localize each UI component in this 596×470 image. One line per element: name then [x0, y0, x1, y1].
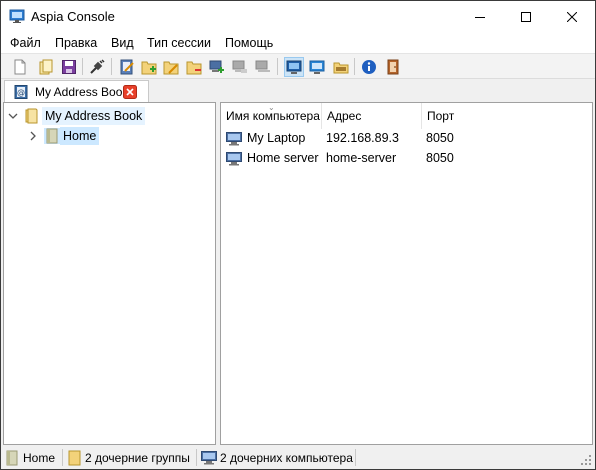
- edit-computer-icon: [232, 60, 247, 73]
- computer-address: 192.168.89.3: [326, 131, 399, 145]
- column-header-address-label: Адрес: [327, 109, 362, 123]
- tree-item-root[interactable]: My Address Book: [8, 106, 146, 126]
- tab-address-book[interactable]: @ My Address Book: [4, 80, 149, 103]
- desktop-manage-icon: [286, 60, 302, 74]
- status-child-computers-label: 2 дочерних компьютера: [220, 451, 353, 465]
- computer-port: 8050: [426, 131, 454, 145]
- status-divider: [196, 449, 197, 466]
- status-current-group: Home: [6, 448, 55, 468]
- open-button[interactable]: [36, 57, 56, 77]
- maximize-button[interactable]: [503, 1, 549, 32]
- add-group-button[interactable]: [139, 57, 159, 77]
- delete-computer-icon: [255, 60, 270, 72]
- about-button[interactable]: [359, 57, 379, 77]
- connect-plug-icon: [90, 59, 105, 74]
- minimize-icon: [475, 16, 485, 18]
- group-tree[interactable]: My Address Book Home: [3, 102, 216, 445]
- menu-bar: Файл Правка Вид Тип сессии Помощь: [1, 32, 595, 54]
- exit-icon: [387, 59, 399, 75]
- computer-icon: [226, 132, 242, 146]
- file-transfer-button[interactable]: [331, 57, 351, 77]
- computer-icon: [226, 152, 242, 166]
- status-bar: Home 2 дочерние группы 2 дочерних компью…: [1, 446, 595, 469]
- tab-strip: @ My Address Book: [1, 80, 595, 103]
- close-icon: [567, 11, 577, 22]
- desktop-view-button[interactable]: [307, 57, 327, 77]
- delete-group-icon: [186, 61, 202, 75]
- folder-icon: [68, 450, 81, 466]
- menu-view[interactable]: Вид: [111, 36, 134, 50]
- tree-item-home[interactable]: Home: [28, 126, 100, 146]
- toolbar: [1, 54, 595, 79]
- save-button[interactable]: [59, 57, 79, 77]
- menu-help[interactable]: Помощь: [225, 36, 273, 50]
- exit-button[interactable]: [383, 57, 403, 77]
- save-icon: [62, 60, 76, 74]
- tree-item-home-label: Home: [60, 127, 100, 145]
- status-child-computers: 2 дочерних компьютера: [201, 448, 353, 468]
- title-bar[interactable]: Aspia Console: [1, 1, 595, 32]
- edit-address-book-button[interactable]: [117, 57, 137, 77]
- maximize-icon: [521, 11, 531, 22]
- address-book-icon: @: [14, 85, 28, 99]
- connect-button[interactable]: [87, 57, 107, 77]
- add-group-icon: [141, 61, 157, 75]
- collapse-chevron-icon[interactable]: [8, 111, 18, 121]
- computer-list[interactable]: ⌄ Имя компьютера Адрес Порт My Laptop 19…: [220, 102, 593, 445]
- group-icon: [44, 128, 60, 144]
- edit-book-icon: [120, 59, 134, 75]
- column-header-name[interactable]: ⌄ Имя компьютера: [221, 103, 322, 129]
- status-child-groups-label: 2 дочерние группы: [85, 451, 190, 465]
- edit-group-icon: [163, 61, 179, 75]
- new-button[interactable]: [10, 57, 30, 77]
- status-group-label: Home: [23, 451, 56, 465]
- close-button[interactable]: [549, 1, 595, 32]
- desktop-view-icon: [309, 60, 325, 74]
- add-computer-button[interactable]: [207, 57, 227, 77]
- toolbar-separator: [82, 58, 83, 75]
- computer-address: home-server: [326, 151, 397, 165]
- group-icon: [6, 450, 18, 466]
- computer-name: My Laptop: [247, 131, 306, 145]
- tab-close-icon[interactable]: [123, 85, 137, 99]
- toolbar-separator: [354, 58, 355, 75]
- computer-name: Home server: [247, 151, 319, 165]
- table-row[interactable]: Home server home-server 8050: [221, 149, 592, 169]
- window-title: Aspia Console: [31, 9, 115, 24]
- resize-grip-icon[interactable]: [581, 455, 592, 466]
- minimize-button[interactable]: [457, 1, 503, 32]
- edit-group-button[interactable]: [161, 57, 181, 77]
- status-divider: [62, 449, 63, 466]
- table-row[interactable]: My Laptop 192.168.89.3 8050: [221, 129, 592, 149]
- menu-file[interactable]: Файл: [10, 36, 41, 50]
- folder-icon: [25, 108, 38, 124]
- desktop-manage-button[interactable]: [284, 57, 304, 77]
- toolbar-separator: [277, 58, 278, 75]
- tab-label: My Address Book: [35, 85, 129, 99]
- column-header-port[interactable]: Порт: [422, 103, 522, 129]
- aspia-app-icon: [9, 9, 25, 23]
- status-divider: [355, 449, 356, 466]
- column-header-address[interactable]: Адрес: [322, 103, 422, 129]
- about-icon: [362, 60, 376, 74]
- computer-icon: [201, 451, 217, 465]
- tree-item-root-label: My Address Book: [42, 107, 146, 125]
- add-computer-icon: [209, 60, 224, 73]
- app-window: Aspia Console Файл Правка Вид Тип сессии…: [0, 0, 596, 470]
- delete-group-button[interactable]: [184, 57, 204, 77]
- new-file-icon: [14, 59, 26, 75]
- open-icon: [39, 59, 53, 75]
- menu-session-type[interactable]: Тип сессии: [147, 36, 211, 50]
- svg-text:@: @: [17, 88, 25, 97]
- column-header-port-label: Порт: [427, 109, 455, 123]
- sort-indicator-icon: ⌄: [268, 103, 275, 112]
- computer-port: 8050: [426, 151, 454, 165]
- toolbar-separator: [111, 58, 112, 75]
- status-child-groups: 2 дочерние группы: [68, 448, 190, 468]
- expand-chevron-icon[interactable]: [28, 131, 38, 141]
- menu-edit[interactable]: Правка: [55, 36, 97, 50]
- edit-computer-button[interactable]: [230, 57, 250, 77]
- delete-computer-button[interactable]: [253, 57, 273, 77]
- file-transfer-icon: [333, 62, 349, 74]
